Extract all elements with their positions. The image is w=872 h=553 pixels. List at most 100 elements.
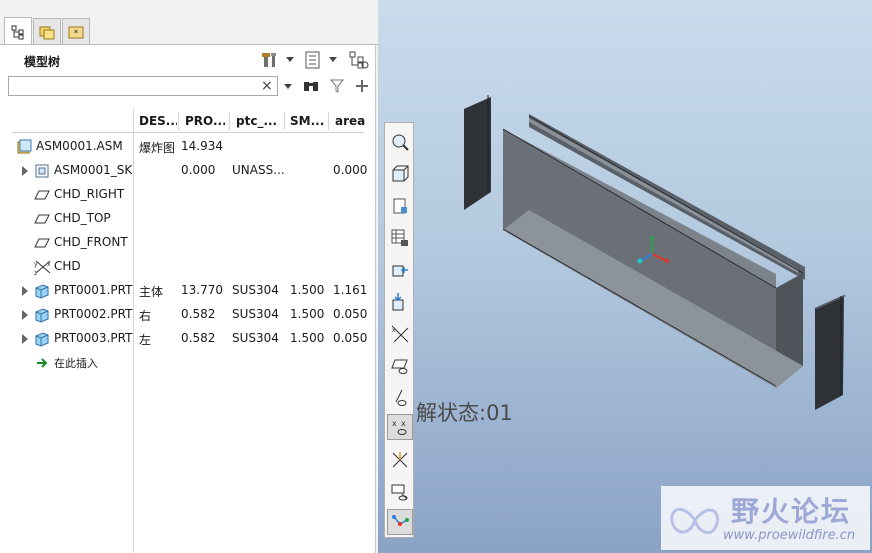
show-list-icon[interactable] xyxy=(304,50,322,70)
tree-row[interactable]: ASM0001.ASM 爆炸图 14.934 xyxy=(0,135,376,159)
axis-display-icon[interactable] xyxy=(387,385,413,411)
tree-cell: 0.000 xyxy=(181,163,216,177)
settings-dropdown-icon[interactable] xyxy=(285,55,295,65)
tree-cell: 14.934 xyxy=(181,139,223,153)
column-header-ptc-material[interactable]: ptc_... xyxy=(236,114,280,128)
part-right-end-cap[interactable] xyxy=(815,295,846,410)
column-header-area[interactable]: area xyxy=(335,114,371,128)
tree-cell: 1.500 xyxy=(290,331,325,345)
tree-node-label: CHD xyxy=(54,259,81,273)
tree-row[interactable]: CHD_TOP xyxy=(0,207,376,231)
svg-text:x: x xyxy=(392,327,396,334)
view-toolbar: x xx xyxy=(384,122,414,538)
tab-model-tree[interactable] xyxy=(4,17,32,45)
assembly-icon xyxy=(16,139,32,155)
tree-rows: ASM0001.ASM 爆炸图 14.934 ASM0001_SKEL 0.000 UNA… xyxy=(0,135,376,375)
tree-row[interactable]: CHD_RIGHT xyxy=(0,183,376,207)
column-separator xyxy=(178,112,179,130)
tree-cell: 0.050 xyxy=(333,307,368,321)
tree-cell: SUS304 xyxy=(232,307,279,321)
expand-arrow-icon[interactable] xyxy=(22,166,28,176)
insert-here-icon xyxy=(34,355,50,371)
tree-cell: 0.050 xyxy=(333,331,368,345)
tree-cell: 主体 xyxy=(139,285,164,299)
column-header-description[interactable]: DES... xyxy=(139,114,177,128)
search-dropdown-icon[interactable] xyxy=(283,82,293,92)
tree-cell: SUS304 xyxy=(232,283,279,297)
column-header-sm-thickness[interactable]: SM... xyxy=(290,114,326,128)
column-separator xyxy=(229,112,230,130)
tree-node-label: PRT0002.PRT xyxy=(54,307,133,321)
find-binoculars-icon[interactable] xyxy=(302,77,320,95)
tree-row[interactable]: CHD_FRONT xyxy=(0,231,376,255)
search-input[interactable] xyxy=(8,76,278,96)
part-icon xyxy=(34,307,50,323)
tree-cell: 0.582 xyxy=(181,331,216,345)
annotation-display-icon[interactable] xyxy=(387,479,413,505)
tree-node-label: CHD_RIGHT xyxy=(54,187,125,201)
tree-row[interactable]: PRT0003.PRT 左 0.582 SUS304 1.500 0.050 xyxy=(0,327,376,351)
graphics-viewport[interactable]: 解状态:01 x xx 野火论坛 www.proewildfire.cn xyxy=(378,0,872,553)
tree-filter-settings-icon[interactable] xyxy=(348,50,370,70)
part-main-body[interactable] xyxy=(502,114,805,388)
datum-plane-icon xyxy=(34,187,50,203)
add-column-icon[interactable] xyxy=(353,77,371,95)
svg-text:x: x xyxy=(47,261,51,268)
tab-favorites[interactable]: * xyxy=(62,18,90,44)
datum-axis-display-icon[interactable]: x xyxy=(387,321,413,347)
tree-node-label: ASM0001.ASM xyxy=(36,139,123,153)
favorites-icon: * xyxy=(68,26,84,39)
butterfly-logo-icon xyxy=(670,507,719,534)
datum-plane-icon xyxy=(34,235,50,251)
show-dropdown-icon[interactable] xyxy=(328,55,338,65)
tree-cell: 0.582 xyxy=(181,307,216,321)
filter-icon[interactable] xyxy=(328,77,346,95)
folder-browser-icon xyxy=(39,26,55,39)
part-left-end-cap[interactable] xyxy=(464,95,493,210)
navigator-tabs: * xyxy=(0,0,378,46)
tree-row[interactable]: ASM0001_SKEL 0.000 UNASS... 0.000 xyxy=(0,159,376,183)
tree-cell: 左 xyxy=(139,333,152,347)
tree-node-label: PRT0001.PRT xyxy=(54,283,133,297)
tree-row[interactable]: y x z CHD xyxy=(0,255,376,279)
tree-cell: SUS304 xyxy=(232,331,279,345)
point-display-icon[interactable]: xx xyxy=(387,414,413,440)
model-view xyxy=(464,95,846,410)
svg-text:y: y xyxy=(34,261,38,268)
skeleton-icon xyxy=(34,163,50,179)
model-tree-icon xyxy=(11,25,24,39)
tree-row[interactable]: PRT0002.PRT 右 0.582 SUS304 1.500 0.050 xyxy=(0,303,376,327)
coordinate-system-icon: y x z xyxy=(34,259,51,277)
tree-cell: UNASS... xyxy=(232,163,285,177)
svg-text:x: x xyxy=(392,419,397,428)
tab-folder-browser[interactable] xyxy=(33,18,61,44)
tree-node-label: 在此插入 xyxy=(54,357,98,370)
expand-arrow-icon[interactable] xyxy=(22,334,28,344)
explode-lines-icon[interactable] xyxy=(387,509,413,535)
tree-row[interactable]: 在此插入 xyxy=(0,351,376,375)
column-header-pro-mass[interactable]: PRO... xyxy=(185,114,225,128)
watermark-url: www.proewildfire.cn xyxy=(723,528,856,543)
tree-cell: 1.500 xyxy=(290,307,325,321)
csys-display-icon[interactable] xyxy=(387,447,413,473)
expand-arrow-icon[interactable] xyxy=(22,310,28,320)
view-manager-icon[interactable] xyxy=(387,225,413,251)
saved-views-icon[interactable] xyxy=(387,193,413,219)
tree-cell: 右 xyxy=(139,309,152,323)
orient-icon[interactable] xyxy=(387,289,413,315)
watermark-title: 野火论坛 xyxy=(731,495,852,528)
spin-center-icon[interactable] xyxy=(387,257,413,283)
view-cube-icon[interactable] xyxy=(387,161,413,187)
expand-arrow-icon[interactable] xyxy=(22,286,28,296)
panel-title: 模型树 xyxy=(24,55,61,69)
part-icon xyxy=(34,283,50,299)
clear-search-icon[interactable]: × xyxy=(261,78,273,94)
tree-cell: 13.770 xyxy=(181,283,223,297)
settings-tools-icon[interactable] xyxy=(260,50,282,70)
refit-icon[interactable] xyxy=(387,129,413,155)
plane-display-icon[interactable] xyxy=(387,353,413,379)
svg-text:*: * xyxy=(74,29,79,39)
column-separator xyxy=(328,112,329,130)
svg-text:z: z xyxy=(34,270,37,275)
tree-row[interactable]: PRT0001.PRT 主体 13.770 SUS304 1.500 1.161 xyxy=(0,279,376,303)
